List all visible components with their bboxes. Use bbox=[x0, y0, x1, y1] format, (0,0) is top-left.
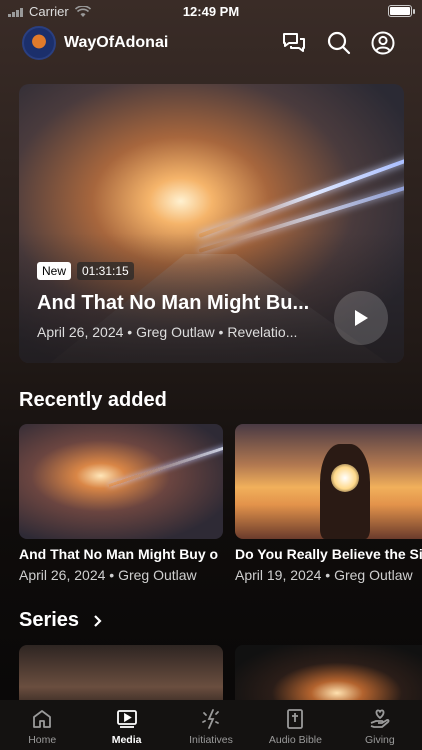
tab-label: Initiatives bbox=[189, 734, 233, 746]
video-card[interactable]: Do You Really Believe the Si April 19, 2… bbox=[235, 424, 422, 583]
series-heading: Series bbox=[19, 609, 80, 631]
profile-icon[interactable] bbox=[370, 30, 396, 56]
recently-added-heading: Recently added bbox=[19, 389, 167, 411]
brand-name: WayOfAdonai bbox=[64, 34, 169, 51]
tab-media[interactable]: Media bbox=[84, 700, 168, 750]
tab-label: Media bbox=[111, 734, 142, 746]
chat-icon[interactable] bbox=[281, 30, 307, 56]
tab-label: Audio Bible bbox=[268, 734, 322, 746]
media-icon bbox=[116, 710, 137, 728]
battery-icon bbox=[388, 5, 415, 17]
series-thumbnail[interactable] bbox=[19, 645, 223, 700]
new-badge: New bbox=[37, 262, 72, 280]
thumbnail-light-streak bbox=[108, 440, 223, 487]
featured-video-card[interactable]: New 01:31:15 And That No Man Might Bu...… bbox=[19, 84, 404, 363]
duration-badge: 01:31:15 bbox=[77, 262, 134, 280]
app-header: WayOfAdonai bbox=[0, 26, 422, 62]
video-title: Do You Really Believe the Si bbox=[235, 546, 422, 562]
sparkle-icon bbox=[202, 709, 219, 729]
tab-bar: Home Media Initiatives Audio Bible Givin… bbox=[0, 700, 422, 750]
search-icon[interactable] bbox=[326, 30, 352, 56]
tab-home[interactable]: Home bbox=[0, 700, 84, 750]
tab-label: Giving bbox=[364, 734, 395, 746]
video-title: And That No Man Might Buy o bbox=[19, 546, 219, 562]
home-icon bbox=[33, 710, 52, 728]
video-thumbnail bbox=[235, 424, 422, 539]
video-meta: April 26, 2024 • Greg Outlaw bbox=[19, 567, 197, 583]
series-row bbox=[19, 645, 422, 700]
tab-audio-bible[interactable]: Audio Bible bbox=[253, 700, 337, 750]
recently-added-row: And That No Man Might Buy o April 26, 20… bbox=[19, 424, 422, 584]
status-bar: Carrier 12:49 PM bbox=[0, 0, 422, 22]
video-card[interactable]: And That No Man Might Buy o April 26, 20… bbox=[19, 424, 223, 583]
brand-logo[interactable] bbox=[22, 26, 56, 60]
video-thumbnail bbox=[19, 424, 223, 539]
tab-giving[interactable]: Giving bbox=[338, 700, 422, 750]
hero-meta: April 26, 2024 • Greg Outlaw • Revelatio… bbox=[37, 324, 298, 340]
giving-icon bbox=[370, 709, 390, 728]
tab-initiatives[interactable]: Initiatives bbox=[169, 700, 253, 750]
bible-icon bbox=[287, 709, 304, 729]
thumbnail-light-glow bbox=[331, 464, 359, 492]
series-thumbnail[interactable] bbox=[235, 645, 422, 700]
hero-title: And That No Man Might Bu... bbox=[37, 292, 310, 314]
clock: 12:49 PM bbox=[182, 4, 240, 19]
tab-label: Home bbox=[28, 734, 57, 746]
play-button[interactable] bbox=[334, 291, 388, 345]
play-icon bbox=[355, 310, 368, 326]
chevron-right-icon bbox=[94, 614, 102, 627]
series-heading-link[interactable]: Series bbox=[19, 609, 103, 632]
video-meta: April 19, 2024 • Greg Outlaw bbox=[235, 567, 413, 583]
